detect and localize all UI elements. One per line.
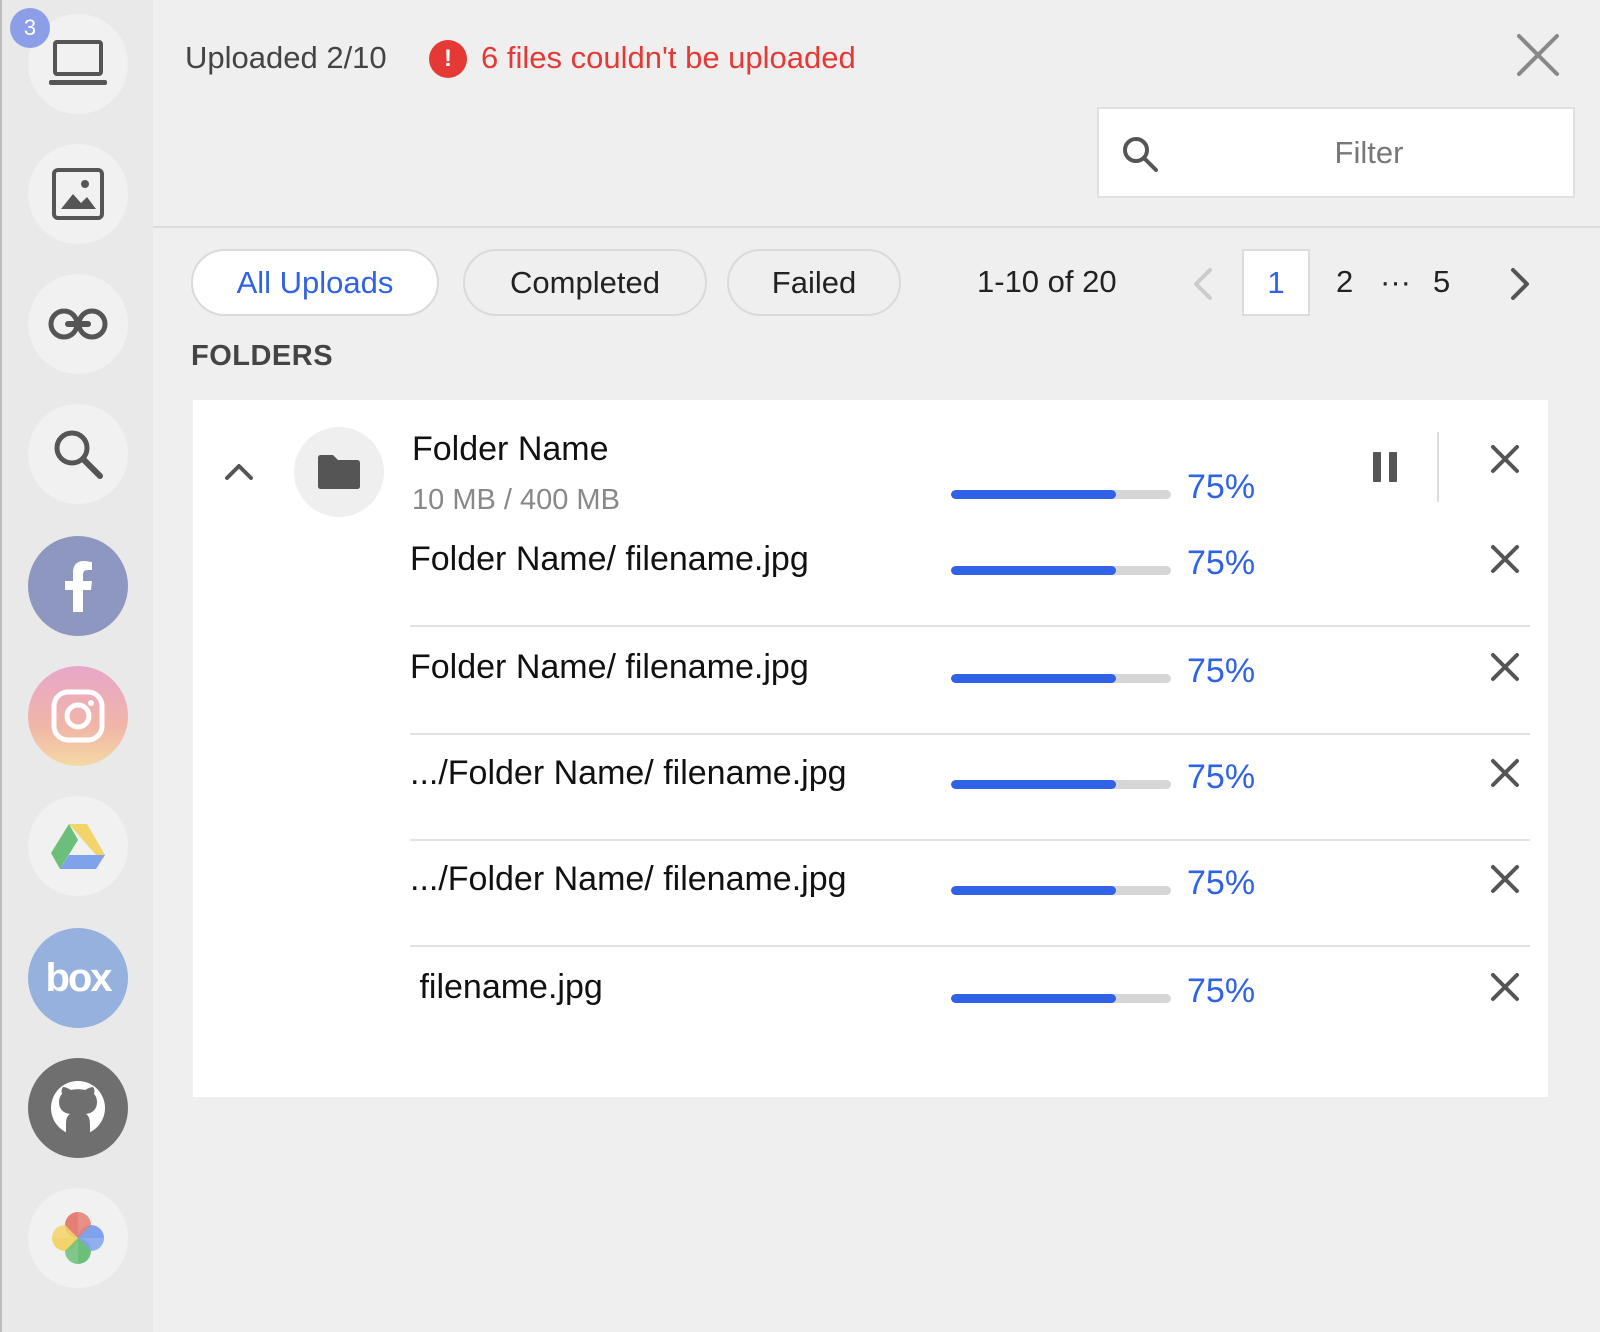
- divider: [1437, 432, 1439, 502]
- file-progress-bar: [951, 780, 1171, 789]
- source-images-button[interactable]: [28, 144, 128, 244]
- file-progress-bar: [951, 994, 1171, 1003]
- google-photos-icon: [52, 1212, 104, 1264]
- file-row: Folder Name/ filename.jpg 75%: [410, 520, 1530, 627]
- page-2-button[interactable]: 2: [1336, 264, 1353, 300]
- file-row: .../Folder Name/ filename.jpg 75%: [410, 734, 1530, 841]
- upload-count-badge: 3: [10, 8, 50, 48]
- folder-name: Folder Name: [412, 430, 609, 468]
- tab-all-uploads[interactable]: All Uploads: [191, 249, 439, 316]
- progress-fill: [951, 490, 1116, 499]
- tab-completed[interactable]: Completed: [463, 249, 707, 316]
- pause-icon[interactable]: [1368, 450, 1402, 484]
- source-image-search-button[interactable]: [28, 404, 128, 504]
- close-icon[interactable]: [1515, 32, 1561, 78]
- source-box-button[interactable]: box: [28, 928, 128, 1028]
- error-message: 6 files couldn't be uploaded: [481, 40, 856, 75]
- file-percent: 75%: [1187, 864, 1256, 902]
- remove-file-icon[interactable]: [1488, 650, 1522, 684]
- remove-file-icon[interactable]: [1488, 756, 1522, 790]
- remove-file-icon[interactable]: [1488, 862, 1522, 896]
- file-row: Folder Name/ filename.jpg 75%: [410, 628, 1530, 735]
- box-logo: box: [45, 955, 112, 1000]
- page-5-button[interactable]: 5: [1433, 264, 1450, 300]
- page-1-button[interactable]: 1: [1242, 249, 1310, 316]
- source-instagram-button[interactable]: [28, 666, 128, 766]
- progress-fill: [951, 780, 1116, 789]
- file-row: filename.jpg 75%: [410, 948, 1530, 1055]
- folder-percent: 75%: [1187, 468, 1256, 506]
- file-percent: 75%: [1187, 758, 1256, 796]
- source-link-button[interactable]: [28, 274, 128, 374]
- progress-fill: [951, 566, 1116, 575]
- facebook-icon: [65, 561, 92, 612]
- source-google-photos-button[interactable]: [28, 1188, 128, 1288]
- file-name: Folder Name/ filename.jpg: [410, 540, 809, 578]
- file-name: .../Folder Name/ filename.jpg: [410, 860, 847, 898]
- instagram-icon: [51, 689, 105, 743]
- upload-summary: Uploaded 2/10: [185, 40, 387, 75]
- remove-file-icon[interactable]: [1488, 542, 1522, 576]
- chevron-left-icon[interactable]: [1188, 266, 1218, 302]
- source-facebook-button[interactable]: [28, 536, 128, 636]
- google-drive-icon: [51, 824, 105, 869]
- github-icon: [51, 1081, 105, 1135]
- image-icon: [52, 168, 104, 220]
- chevron-right-icon[interactable]: [1505, 266, 1535, 302]
- file-name: Folder Name/ filename.jpg: [410, 648, 809, 686]
- filter-field: [1097, 107, 1575, 198]
- folder-size: 10 MB / 400 MB: [412, 484, 620, 516]
- folder-progress-bar: [951, 490, 1171, 499]
- error-icon: !: [429, 40, 467, 78]
- file-progress-bar: [951, 566, 1171, 575]
- progress-fill: [951, 994, 1116, 1003]
- pagination-range: 1-10 of 20: [977, 264, 1117, 299]
- page-ellipsis: ···: [1380, 264, 1411, 299]
- search-icon: [1123, 137, 1158, 172]
- file-row: .../Folder Name/ filename.jpg 75%: [410, 840, 1530, 947]
- file-percent: 75%: [1187, 544, 1256, 582]
- filter-input[interactable]: [1179, 109, 1559, 196]
- laptop-icon: [49, 40, 107, 85]
- file-percent: 75%: [1187, 652, 1256, 690]
- remove-folder-icon[interactable]: [1488, 442, 1522, 476]
- progress-fill: [951, 886, 1116, 895]
- section-label: FOLDERS: [191, 340, 334, 372]
- tab-failed[interactable]: Failed: [727, 249, 901, 316]
- file-name: filename.jpg: [410, 968, 603, 1006]
- chevron-up-icon[interactable]: [223, 458, 255, 482]
- source-google-drive-button[interactable]: [28, 796, 128, 896]
- upload-header: Uploaded 2/10 ! 6 files couldn't be uplo…: [153, 0, 1600, 228]
- remove-file-icon[interactable]: [1488, 970, 1522, 1004]
- search-icon: [54, 430, 103, 479]
- link-icon: [48, 308, 108, 340]
- folder-card: Folder Name 10 MB / 400 MB 75% Folder Na…: [193, 400, 1548, 1097]
- file-progress-bar: [951, 674, 1171, 683]
- file-name: .../Folder Name/ filename.jpg: [410, 754, 847, 792]
- source-sidebar: 3 box: [0, 0, 153, 1332]
- source-github-button[interactable]: [28, 1058, 128, 1158]
- file-progress-bar: [951, 886, 1171, 895]
- file-percent: 75%: [1187, 972, 1256, 1010]
- folder-icon: [318, 455, 360, 489]
- progress-fill: [951, 674, 1116, 683]
- folder-avatar: [294, 427, 384, 517]
